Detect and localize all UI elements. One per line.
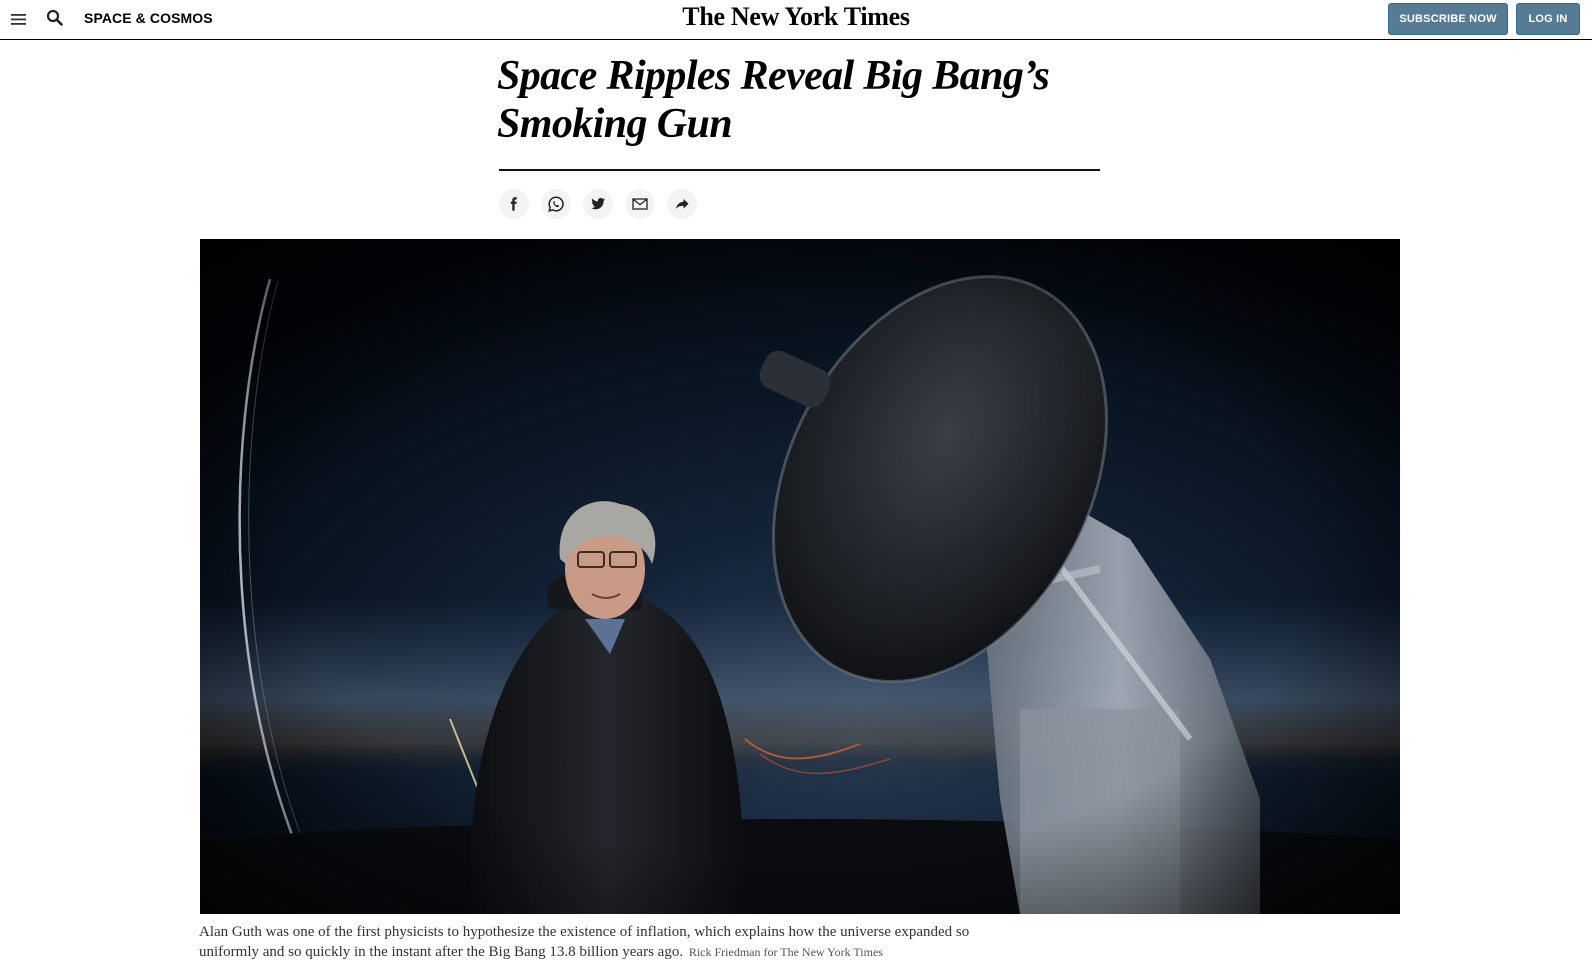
photo-illustration	[200, 239, 1400, 914]
share-icon	[676, 199, 689, 209]
search-icon	[46, 9, 63, 26]
twitter-icon	[591, 197, 605, 210]
menu-button[interactable]	[8, 8, 30, 30]
whatsapp-icon	[548, 196, 564, 212]
search-button[interactable]	[44, 7, 66, 29]
facebook-icon	[510, 197, 517, 211]
masthead-logo[interactable]: The New York Times	[682, 2, 910, 31]
section-link[interactable]: SPACE & COSMOS	[84, 10, 213, 26]
share-toolbar	[499, 189, 697, 219]
share-email-button[interactable]	[625, 189, 655, 219]
headline-line-1: Space Ripples Reveal Big Bang’s	[497, 53, 1050, 99]
photo-caption: Alan Guth was one of the first physicist…	[199, 922, 1029, 962]
login-button[interactable]: LOG IN	[1516, 3, 1580, 35]
subscribe-button[interactable]: SUBSCRIBE NOW	[1388, 3, 1508, 35]
headline-divider	[499, 169, 1100, 171]
menu-icon	[11, 14, 26, 25]
article-headline: Space Ripples Reveal Big Bang’s Smoking …	[497, 52, 1117, 148]
lead-photo	[200, 239, 1400, 914]
share-facebook-button[interactable]	[499, 189, 529, 219]
headline-line-2: Smoking Gun	[497, 101, 733, 147]
photo-credit: Rick Friedman for The New York Times	[688, 945, 883, 959]
top-bar: SPACE & COSMOS The New York Times SUBSCR…	[0, 0, 1592, 40]
masthead: The New York Times	[0, 2, 1592, 32]
share-whatsapp-button[interactable]	[541, 189, 571, 219]
share-twitter-button[interactable]	[583, 189, 613, 219]
share-more-button[interactable]	[667, 189, 697, 219]
email-icon	[632, 198, 648, 210]
